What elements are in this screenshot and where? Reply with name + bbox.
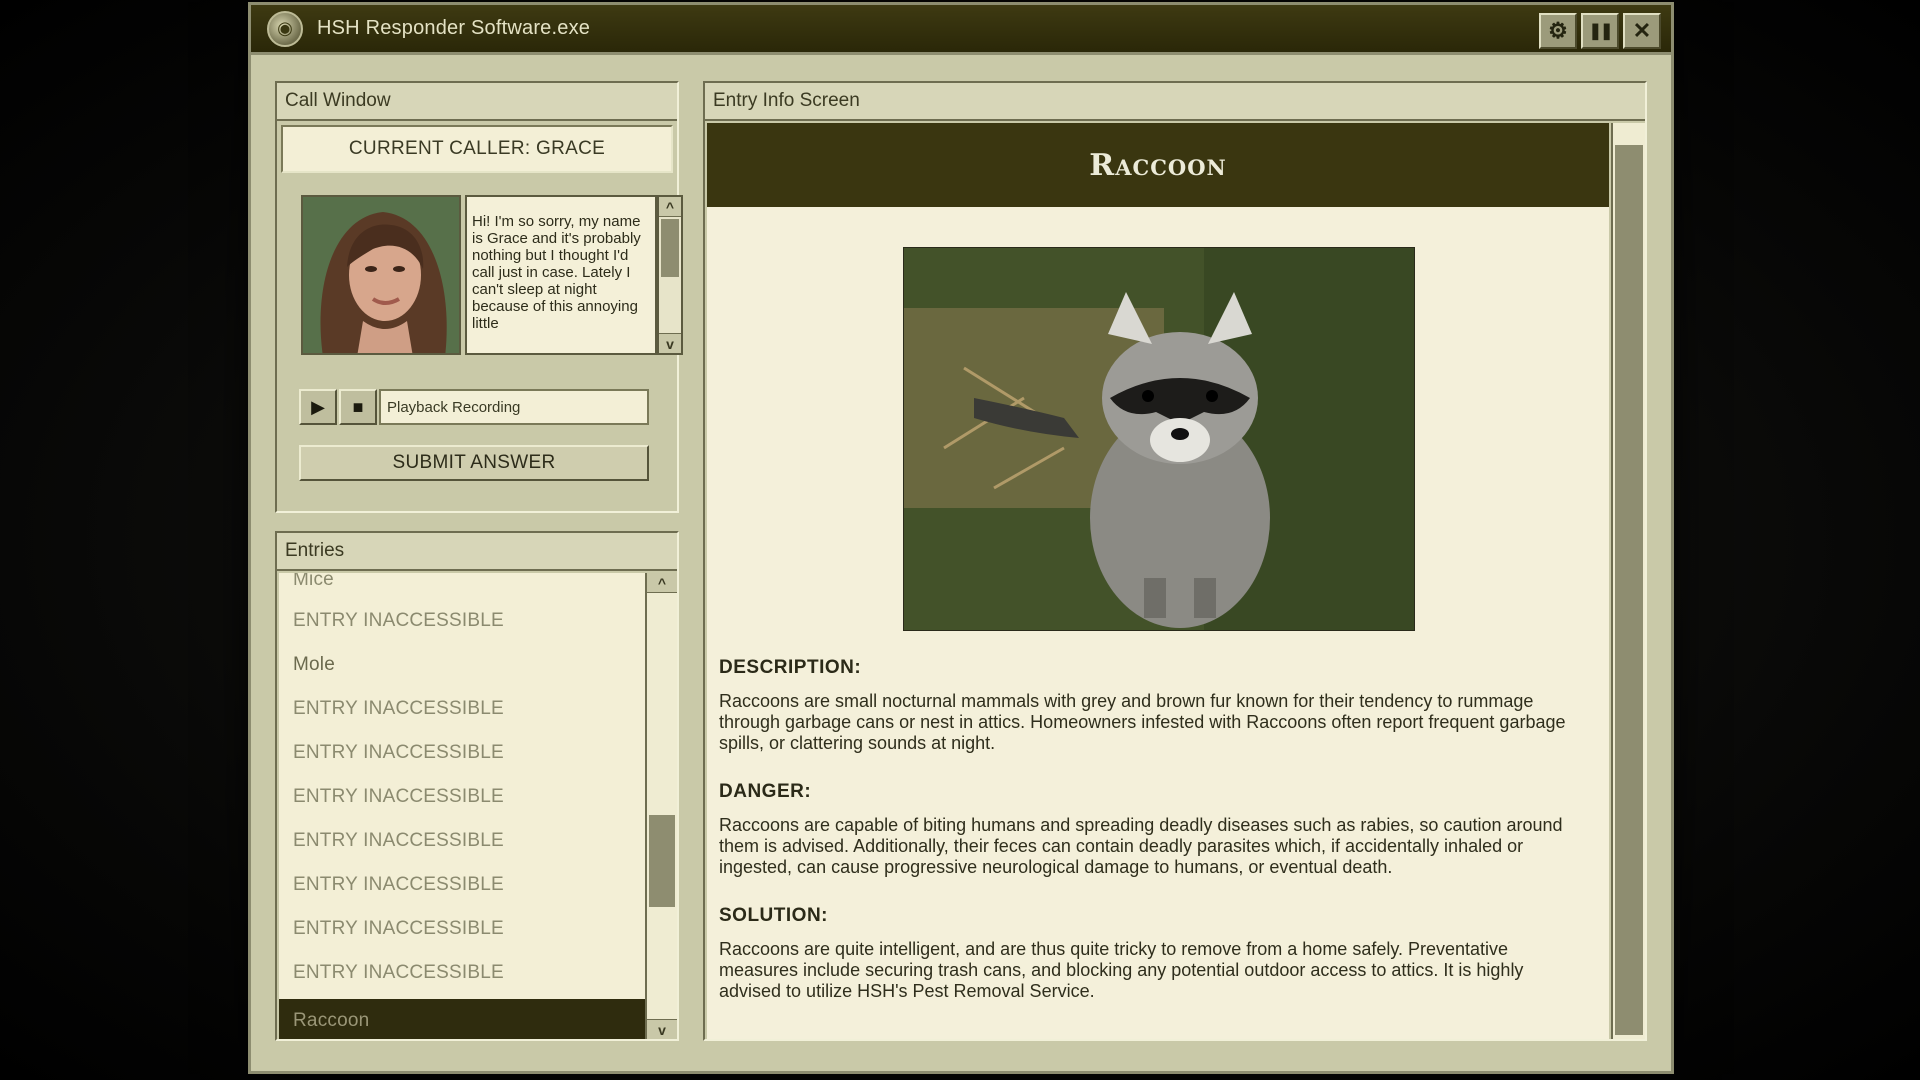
transcript-scroll-up-button[interactable]: ^ xyxy=(659,197,681,217)
playback-recording-field[interactable]: Playback Recording xyxy=(379,389,649,425)
transcript-scrollbar[interactable]: ^ v xyxy=(657,195,683,355)
submit-answer-button[interactable]: SUBMIT ANSWER xyxy=(299,445,649,481)
entries-scroll-down-button[interactable]: v xyxy=(647,1019,677,1039)
entry-info-header: Entry Info Screen xyxy=(705,83,1645,121)
pause-icon: ❚❚ xyxy=(1588,23,1614,40)
close-button[interactable]: ✕ xyxy=(1623,13,1661,49)
entries-list: Mice ENTRY INACCESSIBLE Mole ENTRY INACC… xyxy=(279,573,645,1039)
app-window: ◉ HSH Responder Software.exe ⚙ ❚❚ ✕ Call… xyxy=(248,2,1674,1074)
entry-info-scroll-thumb[interactable] xyxy=(1615,145,1643,1035)
caller-portrait xyxy=(301,195,461,355)
list-item-selected[interactable]: Raccoon xyxy=(279,999,645,1039)
entries-scroll-up-button[interactable]: ^ xyxy=(647,573,677,593)
settings-button[interactable]: ⚙ xyxy=(1539,13,1577,49)
close-icon: ✕ xyxy=(1632,18,1652,43)
call-window-header: Call Window xyxy=(277,83,677,121)
list-item[interactable]: ENTRY INACCESSIBLE xyxy=(279,731,645,775)
play-button[interactable]: ▶ xyxy=(299,389,337,425)
entry-info-content: Raccoon DESCRIPTION: Raccoons are small … xyxy=(707,123,1609,1039)
list-item[interactable]: ENTRY INACCESSIBLE xyxy=(279,951,645,995)
entry-info-panel: Entry Info Screen Raccoon DESCRIPTION: R… xyxy=(703,81,1647,1041)
play-icon: ▶ xyxy=(311,396,325,417)
list-item[interactable]: ENTRY INACCESSIBLE xyxy=(279,599,645,643)
caller-portrait-image xyxy=(303,197,459,353)
entries-scrollbar[interactable]: ^ v xyxy=(645,573,677,1039)
window-title: HSH Responder Software.exe xyxy=(317,17,591,39)
danger-heading: DANGER: xyxy=(719,781,812,802)
description-text: Raccoons are small nocturnal mammals wit… xyxy=(719,691,1566,753)
current-caller-label: CURRENT CALLER: GRACE xyxy=(281,125,673,173)
title-bar: ◉ HSH Responder Software.exe ⚙ ❚❚ ✕ xyxy=(251,5,1671,55)
call-window-panel: Call Window CURRENT CALLER: GRACE Hi! I'… xyxy=(275,81,683,513)
gear-icon: ⚙ xyxy=(1548,18,1568,43)
transcript-scroll-down-button[interactable]: v xyxy=(659,333,681,353)
caller-transcript: Hi! I'm so sorry, my name is Grace and i… xyxy=(465,195,657,355)
stop-icon: ■ xyxy=(352,396,364,417)
entries-header: Entries xyxy=(277,533,677,571)
window-controls: ⚙ ❚❚ ✕ xyxy=(1539,13,1661,49)
list-item[interactable]: ENTRY INACCESSIBLE xyxy=(279,863,645,907)
solution-text: Raccoons are quite intelligent, and are … xyxy=(719,939,1524,1001)
pause-button[interactable]: ❚❚ xyxy=(1581,13,1619,49)
entries-scroll-thumb[interactable] xyxy=(649,815,675,907)
raccoon-photo-image xyxy=(904,248,1414,630)
list-item[interactable]: ENTRY INACCESSIBLE xyxy=(279,907,645,951)
list-item[interactable]: Mole xyxy=(279,643,645,687)
danger-text: Raccoons are capable of biting humans an… xyxy=(719,815,1563,877)
transcript-scroll-thumb[interactable] xyxy=(661,219,679,277)
solution-heading: SOLUTION: xyxy=(719,905,828,926)
app-logo-icon: ◉ xyxy=(267,10,303,47)
animal-banner: Raccoon xyxy=(707,123,1609,207)
animal-name: Raccoon xyxy=(1089,147,1227,183)
description-heading: DESCRIPTION: xyxy=(719,657,862,678)
list-item[interactable]: Mice xyxy=(279,573,645,591)
entries-panel: Entries Mice ENTRY INACCESSIBLE Mole ENT… xyxy=(275,531,679,1041)
list-item[interactable]: ENTRY INACCESSIBLE xyxy=(279,775,645,819)
list-item[interactable]: ENTRY INACCESSIBLE xyxy=(279,687,645,731)
animal-photo xyxy=(903,247,1415,631)
stop-button[interactable]: ■ xyxy=(339,389,377,425)
list-item[interactable]: ENTRY INACCESSIBLE xyxy=(279,819,645,863)
entry-info-scrollbar[interactable] xyxy=(1611,123,1645,1039)
